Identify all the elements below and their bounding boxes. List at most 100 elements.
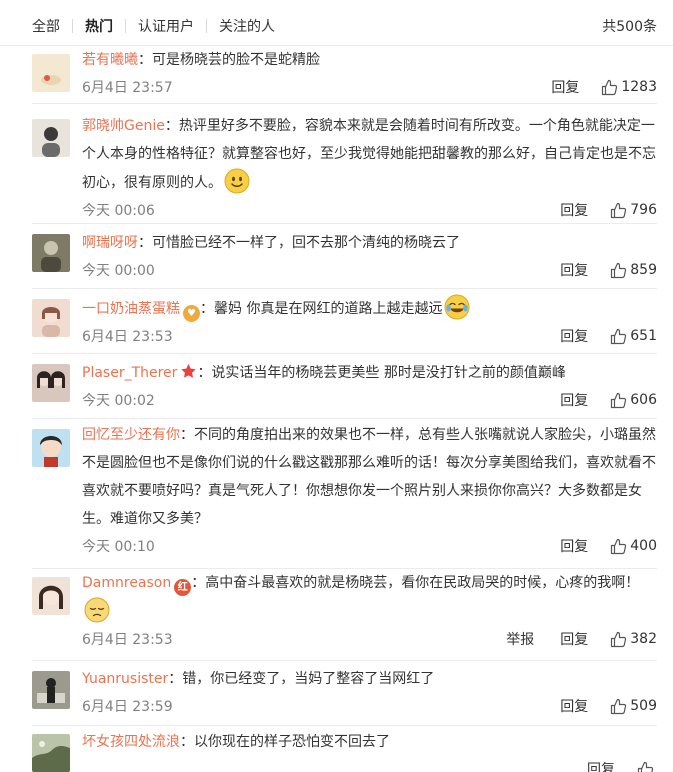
red-badge-icon: 红	[174, 579, 192, 596]
comment-content: ：以你现在的样子恐怕变不回去了	[180, 734, 390, 750]
like-count: 509	[630, 698, 657, 714]
tab-divider	[125, 19, 126, 33]
avatar[interactable]	[32, 364, 70, 402]
tab-following[interactable]: 关注的人	[219, 16, 275, 36]
comment-actions: 回复 1283	[551, 77, 657, 97]
avatar[interactable]	[32, 671, 70, 709]
tab-hot[interactable]: 热门	[85, 16, 113, 36]
thumbs-up-icon	[611, 328, 627, 344]
comment-username[interactable]: 一口奶油蒸蛋糕	[82, 301, 180, 317]
comment-content: ：可惜脸已经不一样了，回不去那个清纯的杨晓云了	[138, 235, 460, 251]
comment-text: Damnreason 红：高中奋斗最喜欢的就是杨晓芸，看你在民政局哭的时候，心疼的…	[82, 569, 657, 626]
comment-username[interactable]: Plaser_Therer	[82, 365, 177, 381]
thumbs-up-icon	[602, 79, 618, 95]
comment-meta: 今天 00:06 回复 796	[82, 197, 657, 223]
reply-button[interactable]: 回复	[560, 536, 588, 556]
like-count: 859	[630, 262, 657, 278]
report-button[interactable]: 举报	[506, 629, 534, 649]
comment-actions: 回复 509	[560, 696, 657, 716]
laugh-cry-emoji	[444, 294, 470, 320]
comment-username[interactable]: 回忆至少还有你	[82, 427, 180, 443]
heart-badge-icon: ♥	[183, 305, 200, 322]
avatar[interactable]	[32, 734, 70, 772]
comment-item: 啊瑞呀呀：可惜脸已经不一样了，回不去那个清纯的杨晓云了 今天 00:00 回复 …	[32, 224, 657, 289]
reply-button[interactable]: 回复	[560, 326, 588, 346]
comment-text: 一口奶油蒸蛋糕 ♥ ：馨妈 你真是在网红的道路上越走越远	[82, 294, 657, 323]
like-button[interactable]: 400	[610, 538, 657, 555]
comment-item: 坏女孩四处流浪：以你现在的样子恐怕变不回去了 回复	[32, 726, 657, 772]
comment-content: ：馨妈 你真是在网红的道路上越走越远	[200, 301, 443, 317]
comment-item: 若有曦曦：可是杨晓芸的脸不是蛇精脸 6月4日 23:57 回复 1283	[32, 46, 657, 104]
reply-button[interactable]: 回复	[560, 629, 588, 649]
comment-actions: 回复 796	[560, 200, 657, 220]
sad-emoji	[84, 597, 110, 623]
comment-meta: 回复	[82, 756, 657, 772]
reply-button[interactable]: 回复	[560, 390, 588, 410]
comment-time: 今天 00:10	[82, 539, 155, 555]
comment-time: 6月4日 23:57	[82, 80, 173, 96]
reply-button[interactable]: 回复	[587, 759, 615, 772]
like-count: 796	[630, 202, 657, 218]
comment-actions: 回复 400	[560, 536, 657, 556]
tab-verified-users[interactable]: 认证用户	[138, 16, 194, 36]
avatar[interactable]	[32, 119, 70, 157]
comment-text: 坏女孩四处流浪：以你现在的样子恐怕变不回去了	[82, 728, 657, 756]
like-button[interactable]: 651	[610, 328, 657, 345]
comment-time: 6月4日 23:53	[82, 632, 173, 648]
like-button[interactable]: 606	[610, 392, 657, 409]
like-button[interactable]: 382	[610, 631, 657, 648]
thumbs-up-icon	[611, 538, 627, 554]
comment-filter-bar: 全部 热门 认证用户 关注的人 共500条	[0, 0, 673, 46]
comment-time: 今天 00:02	[82, 393, 155, 409]
thumbs-up-icon	[637, 761, 654, 772]
comment-username[interactable]: Damnreason	[82, 575, 171, 591]
like-button[interactable]: 859	[610, 262, 657, 279]
reply-button[interactable]: 回复	[560, 696, 588, 716]
avatar[interactable]	[32, 429, 70, 467]
comment-actions: 回复 606	[560, 390, 657, 410]
thumbs-up-icon	[611, 631, 627, 647]
comment-meta: 6月4日 23:57 回复 1283	[82, 74, 657, 100]
like-button[interactable]: 509	[610, 698, 657, 715]
reply-button[interactable]: 回复	[551, 77, 579, 97]
comment-tabs: 全部 热门 认证用户 关注的人	[32, 16, 275, 36]
avatar[interactable]	[32, 54, 70, 92]
comment-actions: 回复 651	[560, 326, 657, 346]
comment-content: ：错，你已经变了，当妈了整容了当网红了	[168, 671, 435, 687]
avatar[interactable]	[32, 299, 70, 337]
tab-divider	[72, 19, 73, 33]
like-button[interactable]	[637, 761, 657, 772]
comment-username[interactable]: 若有曦曦	[82, 52, 138, 68]
comment-item: 郭晓帅Genie：热评里好多不要脸，容貌本来就是会随着时间有所改变。一个角色就能…	[32, 104, 657, 224]
reply-button[interactable]: 回复	[560, 260, 588, 280]
like-button[interactable]: 1283	[601, 79, 657, 96]
comment-meta: 今天 00:10 回复 400	[82, 533, 657, 559]
comment-text: 郭晓帅Genie：热评里好多不要脸，容貌本来就是会随着时间有所改变。一个角色就能…	[82, 112, 657, 197]
smile-emoji	[224, 168, 250, 194]
total-comment-count: 共500条	[602, 19, 657, 35]
comment-text: 若有曦曦：可是杨晓芸的脸不是蛇精脸	[82, 46, 657, 74]
tab-all[interactable]: 全部	[32, 16, 60, 36]
avatar[interactable]	[32, 234, 70, 272]
thumbs-up-icon	[611, 392, 627, 408]
comment-time: 6月4日 23:53	[82, 329, 173, 345]
comment-text: Yuanrusister：错，你已经变了，当妈了整容了当网红了	[82, 665, 657, 693]
comment-item: 一口奶油蒸蛋糕 ♥ ：馨妈 你真是在网红的道路上越走越远 6月4日 23:53 回复…	[32, 289, 657, 354]
like-count: 400	[630, 538, 657, 554]
comment-meta: 6月4日 23:59 回复 509	[82, 693, 657, 719]
comment-username[interactable]: 啊瑞呀呀	[82, 235, 138, 251]
like-count: 606	[630, 392, 657, 408]
comment-time: 今天 00:00	[82, 263, 155, 279]
thumbs-up-icon	[611, 262, 627, 278]
comment-actions: 回复 859	[560, 260, 657, 280]
comment-username[interactable]: 郭晓帅Genie	[82, 118, 165, 134]
comment-username[interactable]: Yuanrusister	[82, 671, 168, 687]
thumbs-up-icon	[611, 202, 627, 218]
like-count: 382	[630, 631, 657, 647]
like-button[interactable]: 796	[610, 202, 657, 219]
comment-text: 回忆至少还有你：不同的角度拍出来的效果也不一样，总有些人张嘴就说人家脸尖，小璐虽…	[82, 421, 657, 533]
comment-username[interactable]: 坏女孩四处流浪	[82, 734, 180, 750]
like-count: 1283	[621, 79, 657, 95]
reply-button[interactable]: 回复	[560, 200, 588, 220]
avatar[interactable]	[32, 577, 70, 615]
